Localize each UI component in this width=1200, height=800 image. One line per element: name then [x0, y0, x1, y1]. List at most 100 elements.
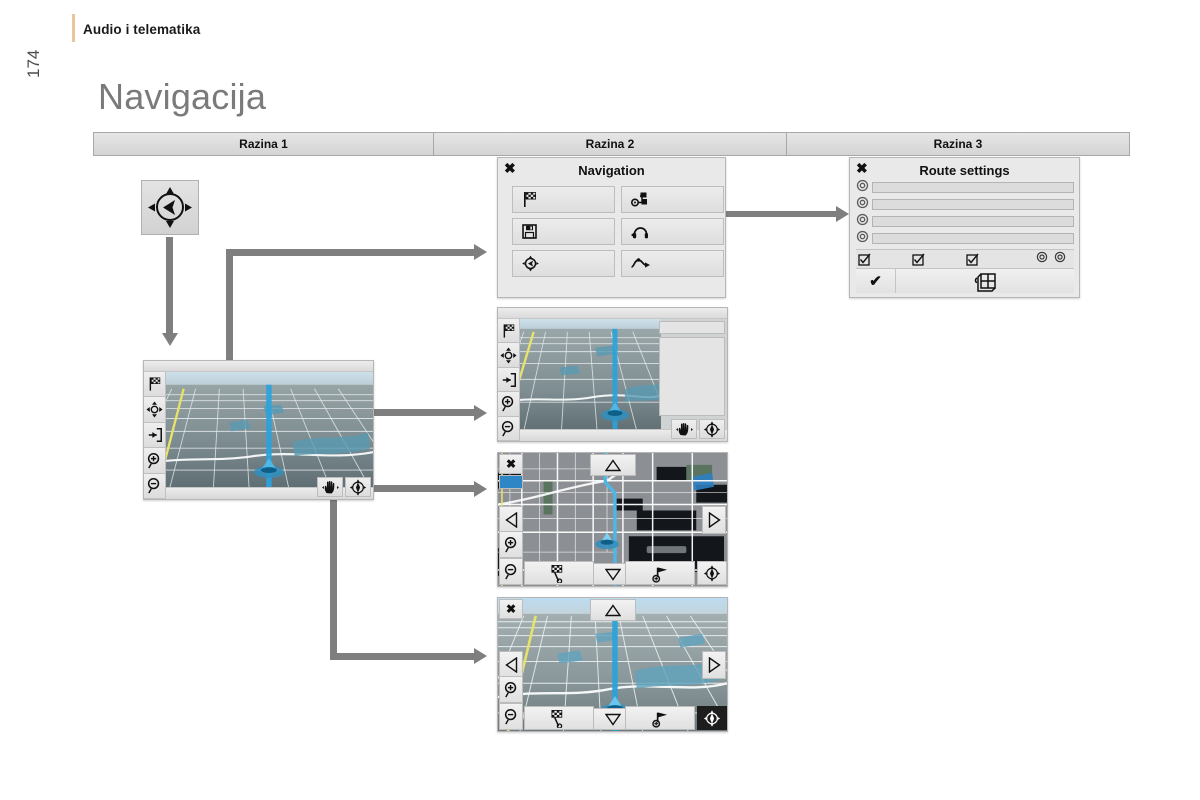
radio-button-icon[interactable]: [1036, 250, 1048, 268]
rail-button-destination[interactable]: [498, 319, 520, 344]
compass-button[interactable]: [699, 419, 725, 439]
pan-up-icon: [604, 458, 621, 471]
rail-button-pan[interactable]: [144, 397, 166, 423]
connector-map-to-2d: [372, 485, 478, 492]
radio-button-icon[interactable]: [856, 196, 869, 214]
compass-rose-icon: [703, 420, 721, 438]
radio-button-icon[interactable]: [856, 213, 869, 231]
hand-pan-button[interactable]: [671, 419, 697, 439]
zoom-out-icon: [504, 708, 516, 725]
radio-button-icon[interactable]: [856, 230, 869, 248]
navigation-menu-screen: ✖ Navigation: [497, 157, 726, 298]
pan-right-icon: [708, 656, 721, 673]
close-button[interactable]: ✖: [499, 599, 523, 619]
pan-left-icon: [504, 511, 517, 528]
map-screen-level-1[interactable]: [143, 360, 374, 500]
pan-up-button[interactable]: [589, 454, 636, 476]
nav-button-current-position[interactable]: [512, 250, 615, 277]
route-option-row[interactable]: [856, 213, 1074, 231]
close-icon[interactable]: ✖: [856, 161, 868, 175]
route-flag-button[interactable]: [625, 561, 695, 585]
confirm-button[interactable]: ✔: [856, 269, 896, 293]
destination-button[interactable]: [524, 561, 594, 585]
pan-right-icon: [708, 511, 721, 528]
pan-up-button[interactable]: [589, 599, 636, 621]
navigation-joystick[interactable]: [141, 180, 199, 235]
bottom-spacer: [596, 561, 623, 585]
zoom-out-button[interactable]: [499, 703, 523, 730]
map-screen-3d-pan[interactable]: ✖: [497, 597, 728, 732]
nav-button-route-settings[interactable]: [621, 186, 724, 213]
map-bottom-tiles: [524, 561, 727, 585]
pan-right-button[interactable]: [702, 505, 726, 534]
level-header-2: Razina 2: [434, 133, 787, 155]
checkbox-checked-icon[interactable]: [856, 253, 910, 266]
zoom-in-icon: [504, 681, 516, 698]
pan-up-icon: [604, 603, 621, 616]
zoom-in-icon: [504, 536, 516, 553]
info-panel-body: [659, 337, 725, 416]
route-option-row[interactable]: [856, 196, 1074, 214]
checkbox-checked-icon[interactable]: [964, 253, 1018, 266]
map-screen-2d-pan[interactable]: ✖: [497, 452, 728, 587]
radio-button-icon[interactable]: [1054, 250, 1066, 268]
pan-move-icon: [500, 347, 517, 364]
pan-move-icon: [146, 401, 163, 418]
header-accent-rule: [72, 14, 75, 42]
zoom-out-button[interactable]: [499, 558, 523, 585]
pan-left-button[interactable]: [499, 505, 523, 534]
nav-button-save[interactable]: [512, 218, 615, 245]
route-settings-option-list: [856, 179, 1074, 248]
route-flag-button[interactable]: [625, 706, 695, 730]
rail-button-pan[interactable]: [498, 343, 520, 368]
nav-button-destination[interactable]: [512, 186, 615, 213]
compass-rose-icon: [703, 709, 721, 727]
rail-button-exit[interactable]: [498, 367, 520, 393]
connector-arrowhead-2d: [474, 481, 487, 497]
compass-button[interactable]: [697, 706, 727, 730]
connector-arrowhead-route: [836, 206, 849, 222]
exit-icon: [502, 372, 516, 387]
level-header-3: Razina 3: [933, 137, 983, 151]
nav-button-detour[interactable]: [621, 250, 724, 277]
zoom-out-icon: [504, 563, 516, 580]
connector-hand-vertical: [330, 492, 337, 660]
route-option-field: [872, 216, 1074, 227]
connector-joystick-to-map: [166, 237, 173, 335]
pan-right-button[interactable]: [702, 650, 726, 679]
rail-button-zoom-in[interactable]: [144, 448, 166, 474]
levels-header-table: Razina 1 Razina 2 Razina 3: [93, 132, 1130, 156]
rail-button-zoom-out[interactable]: [144, 473, 166, 499]
pan-left-button[interactable]: [499, 650, 523, 679]
close-button[interactable]: ✖: [499, 454, 523, 474]
compass-button[interactable]: [697, 561, 727, 585]
close-icon[interactable]: ✖: [504, 161, 516, 175]
map-screen-split-view[interactable]: [497, 307, 728, 442]
zoom-in-icon: [501, 396, 514, 412]
compass-button[interactable]: [345, 477, 371, 497]
map-side-rail: [144, 361, 166, 499]
rail-button-destination[interactable]: [144, 372, 166, 398]
hand-pan-icon: [675, 422, 693, 435]
hand-pan-button[interactable]: [317, 477, 343, 497]
connector-arrowhead-3d: [474, 648, 487, 664]
map-view-button[interactable]: [896, 269, 1074, 293]
rail-button-exit[interactable]: [144, 422, 166, 449]
checkered-flag-icon: [524, 192, 537, 207]
zoom-in-button[interactable]: [499, 531, 523, 558]
compass-rose-icon: [703, 564, 721, 582]
route-option-row[interactable]: [856, 230, 1074, 248]
map-zoom-stack: [499, 676, 523, 730]
rail-button-zoom-in[interactable]: [498, 392, 520, 417]
floppy-save-icon: [522, 224, 537, 239]
zoom-in-button[interactable]: [499, 676, 523, 703]
route-option-row[interactable]: [856, 179, 1074, 197]
nav-button-audio-guidance[interactable]: [621, 218, 724, 245]
rail-button-zoom-out[interactable]: [498, 416, 520, 441]
checkered-flag-icon: [149, 377, 161, 391]
checkbox-checked-icon[interactable]: [910, 253, 964, 266]
level-header-1: Razina 1: [94, 133, 434, 155]
destination-button[interactable]: [524, 706, 594, 730]
radio-button-icon[interactable]: [856, 179, 869, 197]
info-panel-field: [659, 321, 725, 334]
